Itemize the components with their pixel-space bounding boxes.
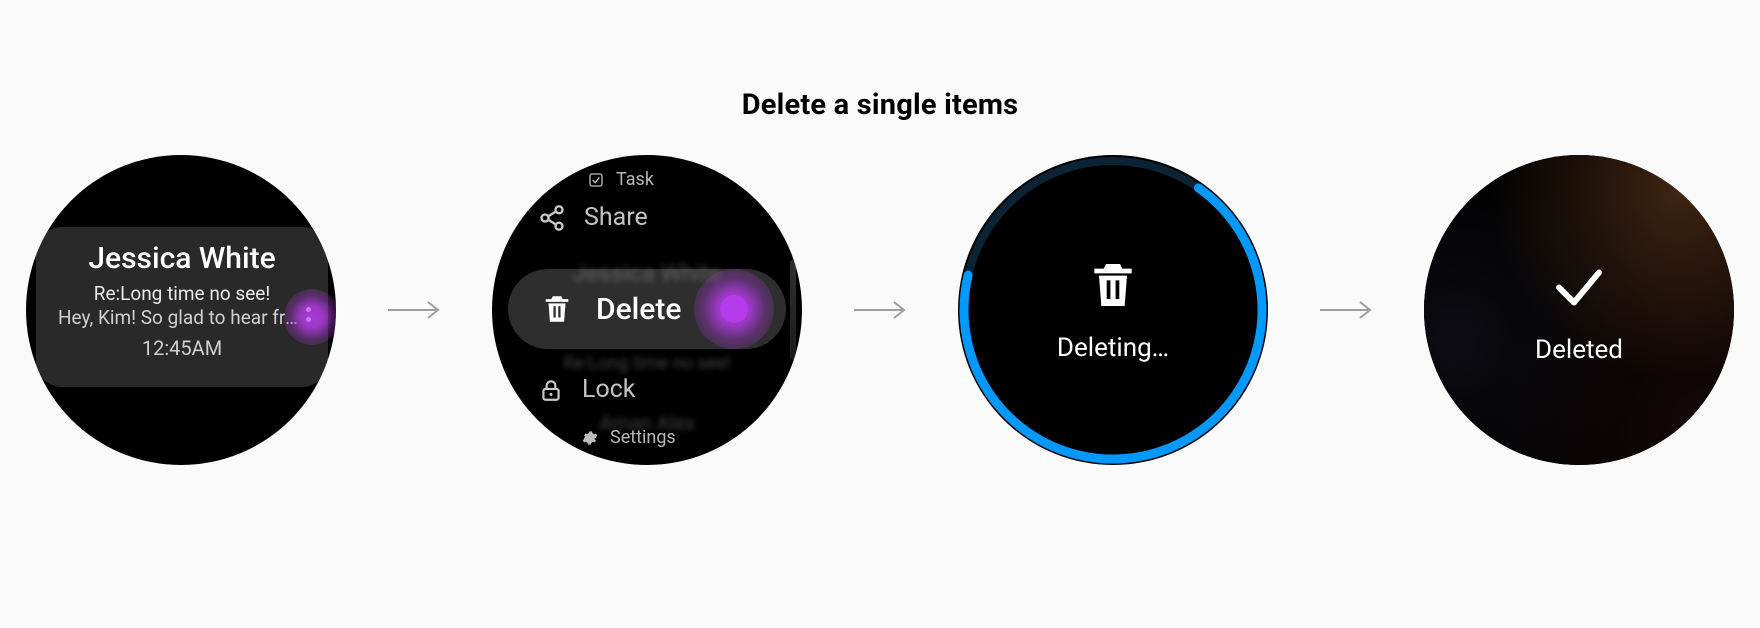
task-icon bbox=[588, 172, 604, 188]
menu-label-lock: Lock bbox=[582, 375, 635, 404]
message-time: 12:45AM bbox=[58, 336, 306, 360]
lock-icon bbox=[538, 377, 564, 403]
trash-icon bbox=[1085, 257, 1141, 313]
done-label: Deleted bbox=[1535, 335, 1623, 365]
menu-label-settings: Settings bbox=[610, 427, 676, 448]
section-title: Delete a single items bbox=[0, 88, 1760, 122]
watch-screen-message: Jessica White Re:Long time no see! Hey, … bbox=[26, 155, 336, 465]
message-sender: Jessica White bbox=[58, 241, 306, 276]
check-icon bbox=[1549, 255, 1609, 315]
menu-label-delete: Delete bbox=[596, 292, 681, 327]
trash-icon bbox=[540, 292, 574, 326]
message-preview: Hey, Kim! So glad to hear fro… bbox=[58, 306, 306, 330]
share-icon bbox=[538, 204, 566, 232]
menu-item-task[interactable]: Task bbox=[588, 169, 654, 190]
watch-screen-done: Deleted bbox=[1424, 155, 1734, 465]
progress-label: Deleting… bbox=[1057, 333, 1169, 363]
menu-item-lock[interactable]: Lock bbox=[538, 375, 635, 404]
menu-item-delete[interactable]: Delete bbox=[508, 269, 786, 349]
arrow-icon bbox=[1318, 298, 1374, 322]
menu-item-settings[interactable]: Settings bbox=[582, 427, 676, 448]
arrow-icon bbox=[852, 298, 908, 322]
gear-icon bbox=[582, 430, 598, 446]
scrollbar[interactable] bbox=[790, 260, 796, 360]
menu-item-share[interactable]: Share bbox=[538, 203, 648, 232]
watch-screen-progress: Deleting… bbox=[958, 155, 1268, 465]
menu-label-task: Task bbox=[616, 169, 654, 190]
menu-label-share: Share bbox=[584, 203, 648, 232]
watch-screen-menu: Jessica White Re:Long time no see! Aman … bbox=[492, 155, 802, 465]
message-card[interactable]: Jessica White Re:Long time no see! Hey, … bbox=[36, 227, 328, 387]
touch-indicator-icon bbox=[694, 269, 774, 349]
arrow-icon bbox=[386, 298, 442, 322]
touch-indicator-icon bbox=[284, 289, 336, 345]
message-subject: Re:Long time no see! bbox=[58, 282, 306, 306]
